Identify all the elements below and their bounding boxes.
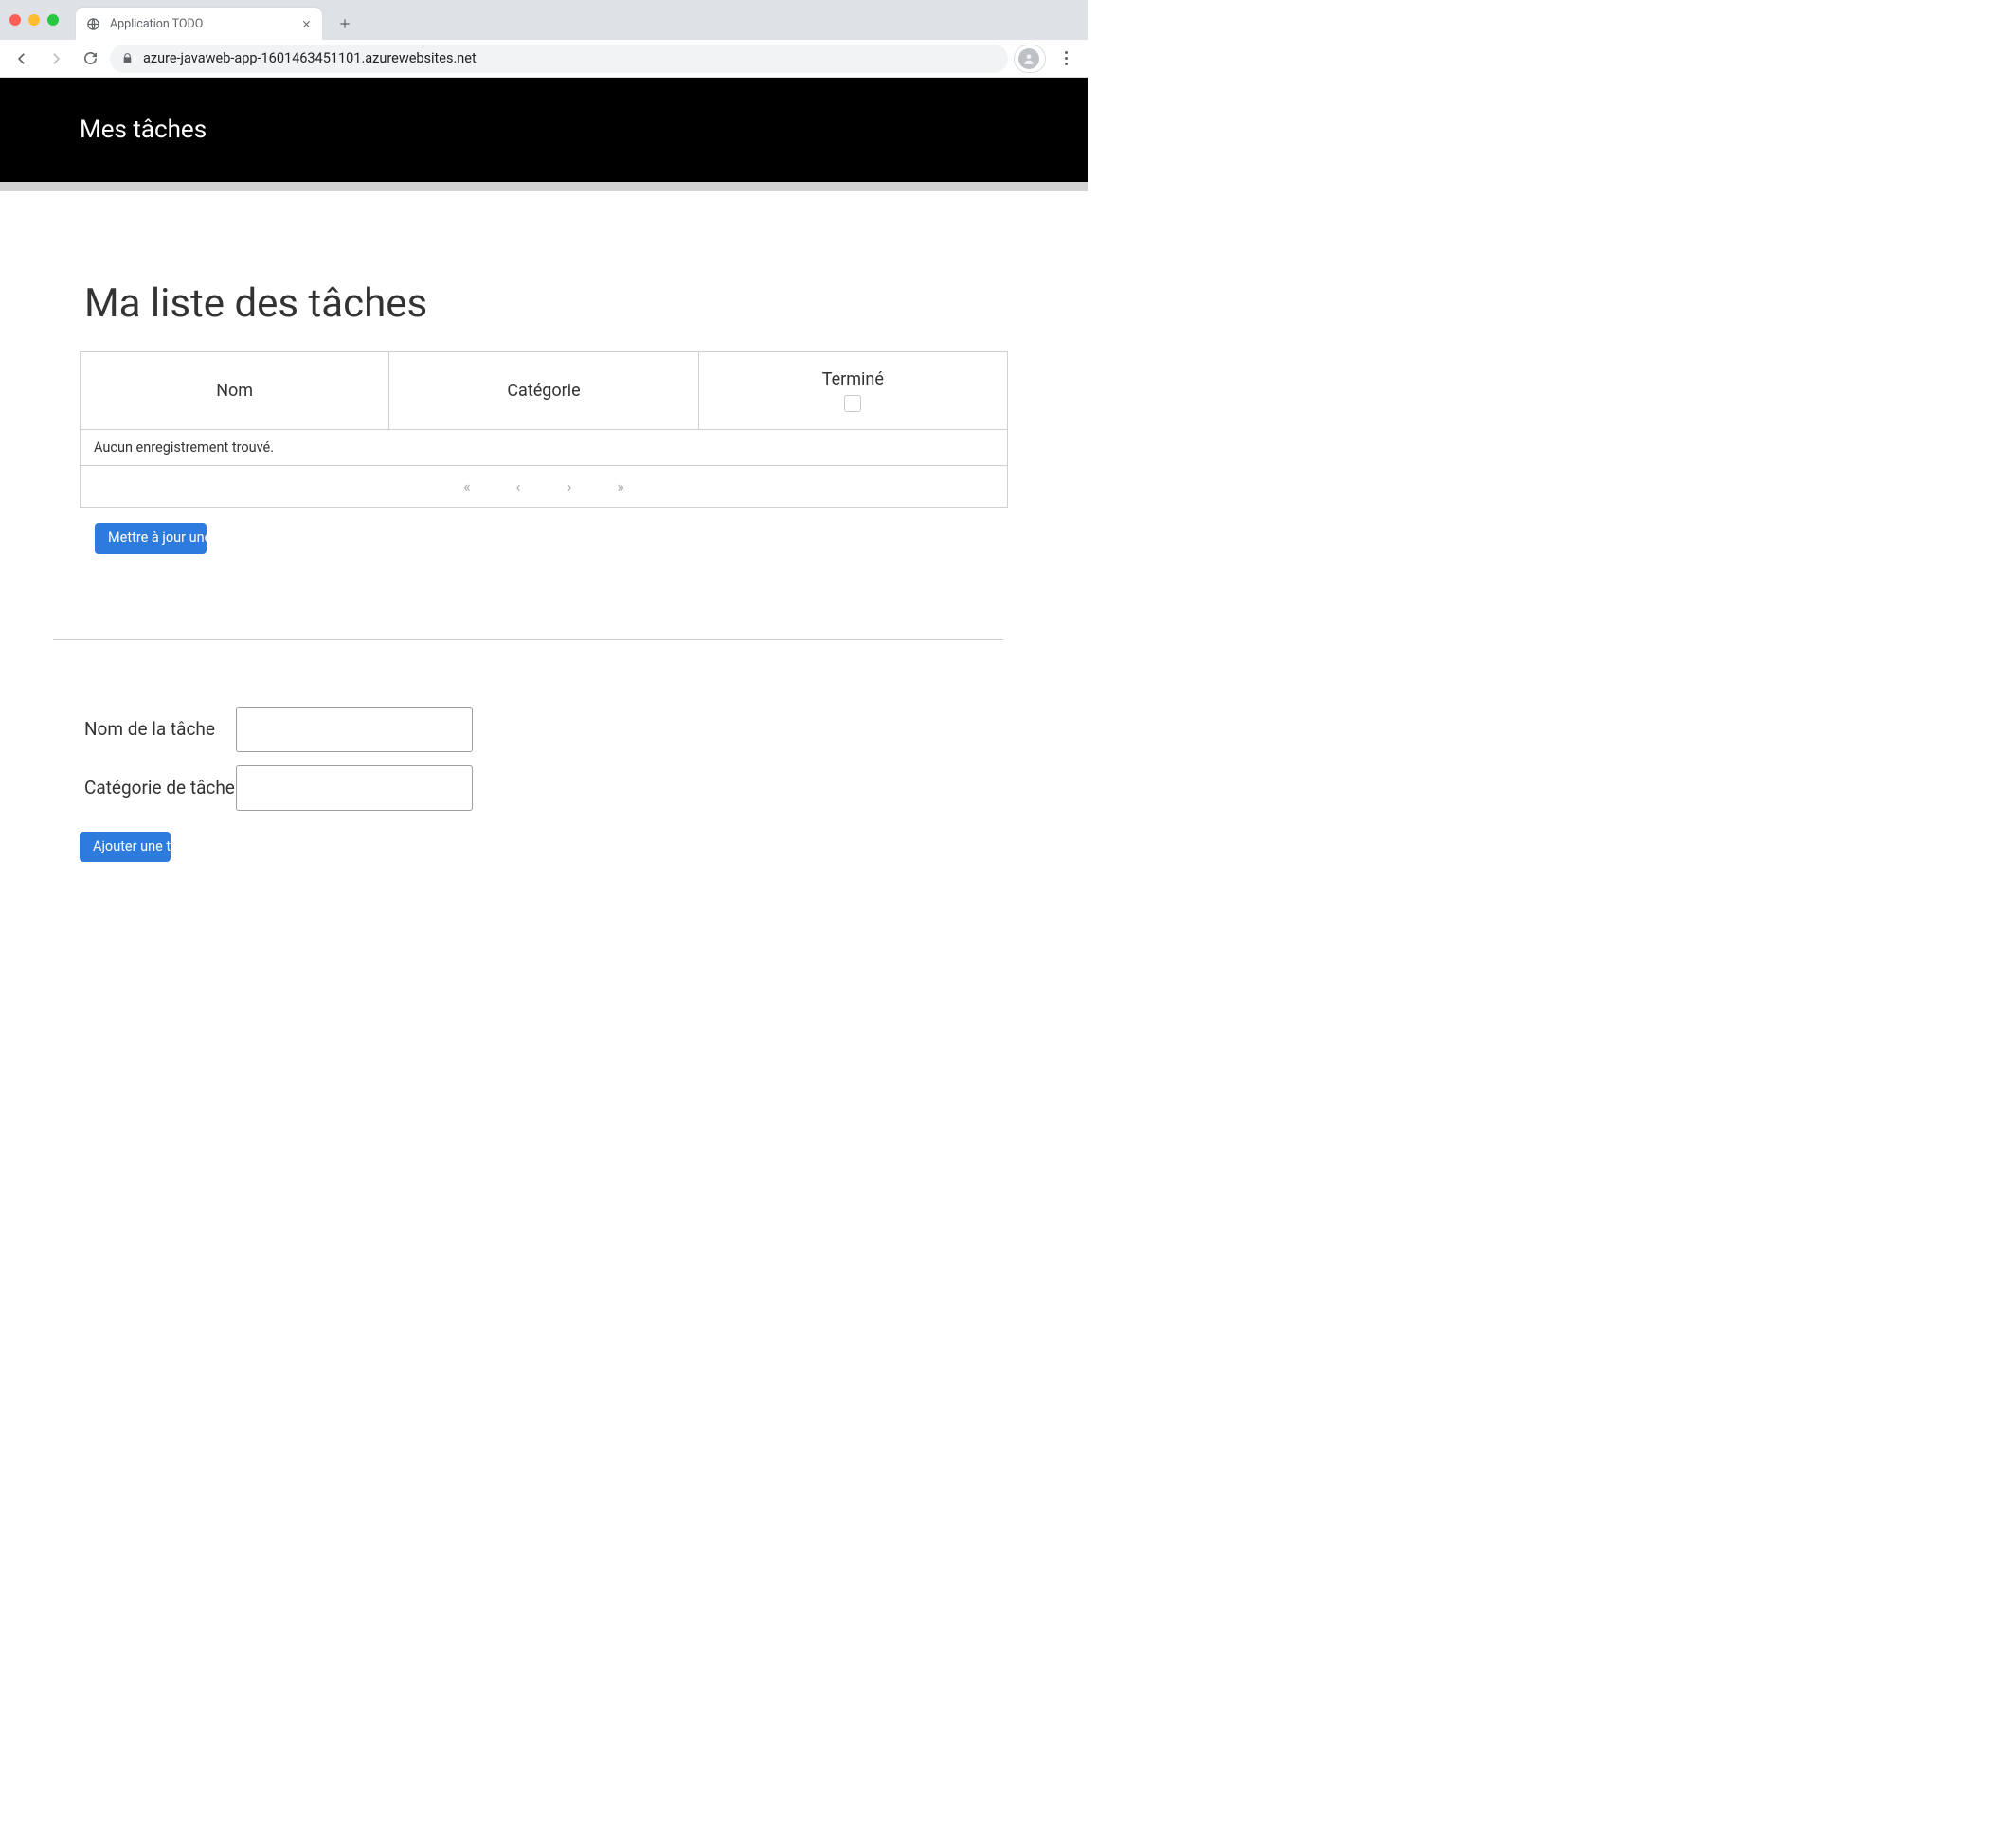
table-empty-row: Aucun enregistrement trouvé. <box>81 430 1008 466</box>
kebab-icon <box>1054 51 1077 65</box>
reload-button[interactable] <box>76 45 104 73</box>
page-next-icon[interactable]: › <box>558 477 581 495</box>
empty-message: Aucun enregistrement trouvé. <box>81 430 1008 466</box>
window-close-button[interactable] <box>9 14 21 26</box>
lock-icon <box>121 52 134 64</box>
column-header-category[interactable]: Catégorie <box>389 352 698 430</box>
section-divider <box>53 639 1003 640</box>
window-controls <box>9 14 59 26</box>
browser-chrome: Application TODO azure-javaweb-app-16014… <box>0 0 1088 78</box>
page-content: Ma liste des tâches Nom Catégorie Termin… <box>0 280 1088 919</box>
navbar-shadow <box>0 182 1088 191</box>
close-tab-icon[interactable] <box>299 17 313 30</box>
column-header-name[interactable]: Nom <box>81 352 389 430</box>
tasks-table: Nom Catégorie Terminé Aucun enregist <box>80 351 1008 466</box>
page-prev-icon[interactable]: ‹ <box>507 477 530 495</box>
menu-button[interactable] <box>1052 45 1080 73</box>
brand-title: Mes tâches <box>80 116 207 144</box>
paginator: « ‹ › » <box>80 466 1008 508</box>
tab-strip: Application TODO <box>0 0 1088 40</box>
select-all-checkbox[interactable] <box>844 395 861 412</box>
add-task-button[interactable]: Ajouter une tâche <box>80 832 171 863</box>
page-first-icon[interactable]: « <box>456 477 478 495</box>
app-navbar: Mes tâches <box>0 78 1088 182</box>
browser-tab[interactable]: Application TODO <box>76 8 322 40</box>
task-category-input[interactable] <box>236 765 473 811</box>
browser-toolbar: azure-javaweb-app-1601463451101.azureweb… <box>0 40 1088 78</box>
page-title: Ma liste des tâches <box>84 280 1008 327</box>
new-tab-button[interactable] <box>332 10 358 37</box>
add-task-form: Nom de la tâche Catégorie de tâche Ajout… <box>84 707 1008 863</box>
tab-title: Application TODO <box>110 17 290 31</box>
update-task-button[interactable]: Mettre à jour une tâche <box>95 523 207 554</box>
page-last-icon[interactable]: » <box>609 477 632 495</box>
url-text: azure-javaweb-app-1601463451101.azureweb… <box>143 50 477 66</box>
task-name-label: Nom de la tâche <box>84 718 236 740</box>
back-button[interactable] <box>8 45 36 73</box>
forward-button[interactable] <box>42 45 70 73</box>
column-header-done[interactable]: Terminé <box>698 352 1007 430</box>
window-zoom-button[interactable] <box>47 14 59 26</box>
profile-button[interactable] <box>1014 45 1046 73</box>
task-category-label: Catégorie de tâche <box>84 777 236 798</box>
window-minimize-button[interactable] <box>28 14 40 26</box>
task-name-input[interactable] <box>236 707 473 752</box>
address-bar[interactable]: azure-javaweb-app-1601463451101.azureweb… <box>110 45 1008 73</box>
avatar-icon <box>1018 48 1039 69</box>
globe-icon <box>85 16 100 31</box>
